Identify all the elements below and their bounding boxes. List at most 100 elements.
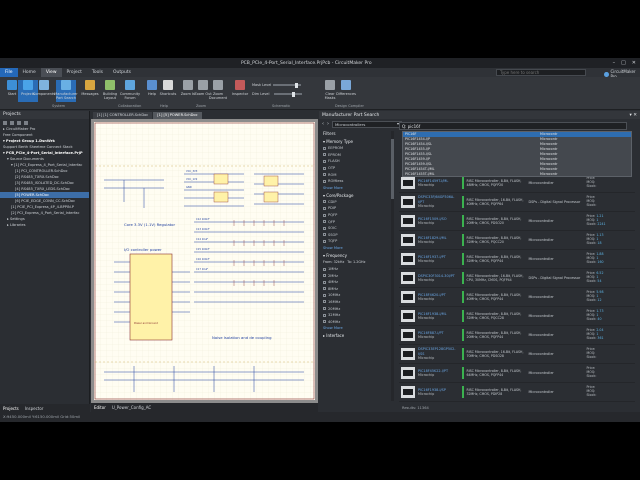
global-search-input[interactable] — [500, 70, 580, 75]
filter-option[interactable]: 8MHz — [323, 286, 391, 293]
menu-file[interactable]: File — [0, 68, 18, 77]
result-row[interactable]: DSPIC30F3014-30I/PT Microchip RISC Microco… — [399, 269, 635, 288]
ribbon-button-14[interactable]: Differences — [336, 80, 356, 102]
part-search-input[interactable] — [402, 123, 602, 129]
filter-option[interactable]: 40MHz — [323, 318, 391, 325]
checkbox[interactable] — [323, 239, 326, 243]
ribbon-button-2[interactable]: Components — [33, 80, 55, 102]
show-more-link[interactable]: Show More — [323, 245, 391, 252]
checkbox[interactable] — [323, 206, 326, 210]
dim-level-control[interactable]: Dim Level — [252, 91, 303, 97]
part-number[interactable]: DSPIC33FJ64GP306A-I/PT — [418, 195, 460, 203]
panel-menu-icon[interactable]: ▾ ✕ — [630, 113, 637, 118]
schematic-sheet[interactable]: VCC_3V3 VCC_1V2 GND C12 100nF C13 100nF C14 … — [94, 122, 315, 400]
forward-icon[interactable]: › — [327, 121, 329, 127]
filter-option[interactable]: EEPROM — [323, 145, 391, 152]
checkbox[interactable] — [323, 293, 326, 297]
ribbon-button-12[interactable]: Inspector — [230, 80, 250, 102]
ribbon-button-8[interactable]: Shortcuts — [158, 80, 178, 102]
checkbox[interactable] — [323, 287, 326, 291]
filter-option[interactable]: 2MHz — [323, 272, 391, 279]
ribbon-button-11[interactable]: Zoom Document — [208, 80, 228, 102]
result-row[interactable]: PIC18F45K22-I/PT Microchip RISC Microcontr… — [399, 364, 635, 383]
ribbon-button-4[interactable]: Messages — [80, 80, 100, 102]
filter-section-header[interactable]: ▾ Core/Package — [323, 192, 391, 199]
result-row[interactable]: DSPIC33FJ64GP306A-I/PT Microchip RISC Micr… — [399, 193, 635, 212]
result-row[interactable]: PIC16F1829-I/ML Microchip RISC Microcontro… — [399, 231, 635, 250]
filter-option[interactable]: TQFP — [323, 238, 391, 245]
checkbox[interactable] — [323, 159, 326, 163]
checkbox[interactable] — [323, 166, 326, 170]
menu-view[interactable]: View — [40, 68, 62, 77]
result-row[interactable]: PIC16F1938-I/SP Microchip RISC Microcontro… — [399, 383, 635, 402]
filter-option[interactable]: SSOP — [323, 232, 391, 239]
mask-level-control[interactable]: Mask Level — [252, 82, 302, 88]
checkbox[interactable] — [323, 300, 326, 304]
menu-outputs[interactable]: Outputs — [108, 68, 136, 77]
filter-option[interactable]: 20MHz — [323, 305, 391, 312]
tab-power-schdoc[interactable]: [1] [5] POWER.SchDoc — [153, 112, 202, 119]
tab-power-config[interactable]: U_Power_Config_AC — [112, 405, 151, 410]
filter-option[interactable]: 4MHz — [323, 279, 391, 286]
checkbox[interactable] — [323, 146, 326, 150]
collapse-icon[interactable] — [17, 120, 21, 125]
maximize-icon[interactable]: □ — [621, 60, 626, 66]
close-icon[interactable]: ✕ — [632, 60, 636, 66]
result-row[interactable]: PIC16F1938-I/ML Microchip RISC Microcontro… — [399, 307, 635, 326]
checkbox[interactable] — [323, 153, 326, 157]
refresh-icon[interactable] — [3, 120, 7, 125]
tab-projects[interactable]: Projects — [3, 406, 19, 411]
checkbox[interactable] — [323, 213, 326, 217]
category-select[interactable]: Microcontrollers — [332, 120, 402, 128]
tree-item[interactable]: ▸ Libraries — [0, 222, 89, 228]
suggestion-item[interactable]: PIC16F1455T-I/ML Microcontr — [403, 172, 631, 177]
ribbon-button-5[interactable]: Building Layout — [100, 80, 120, 102]
ribbon-button-3[interactable]: Manufacturer Part Search — [54, 80, 78, 102]
filter-option[interactable]: PDIP — [323, 205, 391, 212]
result-row[interactable]: PIC16F1937-I/PT Microchip RISC Microcontro… — [399, 250, 635, 269]
checkbox[interactable] — [323, 313, 326, 317]
filter-option[interactable]: ROMless — [323, 178, 391, 185]
expand-icon[interactable] — [10, 120, 14, 125]
filter-option[interactable]: FLASH — [323, 158, 391, 165]
filters-scrollbar[interactable] — [391, 131, 394, 401]
checkbox[interactable] — [323, 173, 326, 177]
tab-controller-schdoc[interactable]: [1] [1] CONTROLLER.SchDoc — [93, 112, 153, 119]
filter-section-header[interactable]: ▾ Memory Type — [323, 138, 391, 145]
checkbox[interactable] — [323, 307, 326, 311]
part-number[interactable]: DSPIC33EP128GP502-I/SS — [418, 347, 460, 355]
menu-project[interactable]: Project — [62, 68, 87, 77]
settings-icon[interactable] — [24, 120, 28, 125]
checkbox[interactable] — [323, 179, 326, 183]
dim-level-slider[interactable] — [274, 91, 303, 97]
checkbox[interactable] — [323, 220, 326, 224]
schematic-canvas[interactable]: VCC_3V3 VCC_1V2 GND C12 100nF C13 100nF C14 … — [91, 119, 318, 403]
filter-option[interactable]: 32MHz — [323, 312, 391, 319]
filter-option[interactable]: 16MHz — [323, 299, 391, 306]
checkbox[interactable] — [323, 280, 326, 284]
filter-option[interactable]: ROM — [323, 171, 391, 178]
result-row[interactable]: PIC16F887-I/PT Microchip RISC Microcontrol… — [399, 326, 635, 345]
show-more-link[interactable]: Show More — [323, 325, 391, 332]
filter-option[interactable]: 1MHz — [323, 266, 391, 273]
menu-home[interactable]: Home — [18, 68, 41, 77]
mask-level-slider[interactable] — [273, 82, 302, 88]
result-row[interactable]: DSPIC33EP128GP502-I/SS Microchip RISC Micr… — [399, 345, 635, 364]
checkbox[interactable] — [323, 200, 326, 204]
filter-option[interactable]: OTP — [323, 165, 391, 172]
filter-option[interactable]: EPROM — [323, 152, 391, 159]
checkbox[interactable] — [323, 233, 326, 237]
filter-option[interactable]: CDIP — [323, 199, 391, 206]
filter-option[interactable]: SOIC — [323, 225, 391, 232]
checkbox[interactable] — [323, 226, 326, 230]
filter-option[interactable]: PQFP — [323, 212, 391, 219]
minimize-icon[interactable]: – — [613, 60, 616, 66]
result-row[interactable]: PIC18F4620-I/PT Microchip RISC Microcontro… — [399, 288, 635, 307]
filter-section-header[interactable]: ▾ Frequency — [323, 252, 391, 259]
back-icon[interactable]: ‹ — [322, 121, 324, 127]
menu-tools[interactable]: Tools — [87, 68, 108, 77]
filter-option[interactable]: 10MHz — [323, 292, 391, 299]
filter-option[interactable]: QFP — [323, 218, 391, 225]
checkbox[interactable] — [323, 274, 326, 278]
result-row[interactable]: PIC16F1509-I/SO Microchip RISC Microcontro… — [399, 212, 635, 231]
